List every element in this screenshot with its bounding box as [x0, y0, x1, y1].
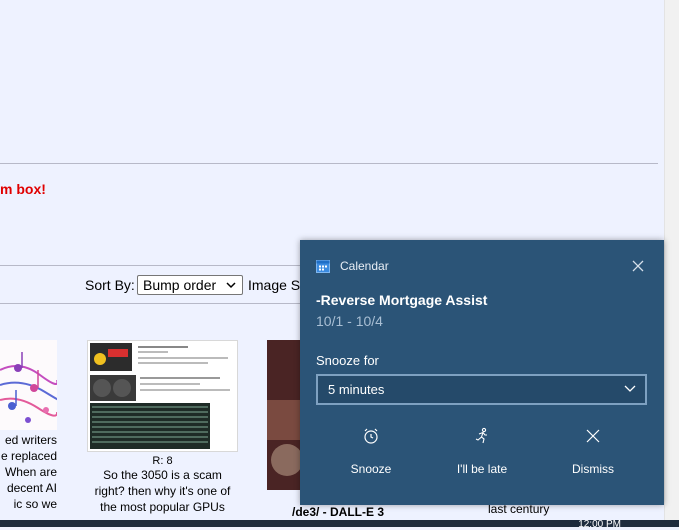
snooze-duration-value: 5 minutes: [328, 382, 385, 397]
music-notes-image: [0, 340, 57, 430]
chevron-down-icon: [226, 282, 236, 289]
calendar-notification[interactable]: Calendar -Reverse Mortgage Assist 10/1 -…: [300, 240, 664, 505]
thread-thumbnail[interactable]: [0, 340, 57, 430]
divider: [0, 163, 658, 164]
snooze-label: Snooze: [350, 462, 392, 476]
ill-be-late-button[interactable]: I'll be late: [427, 427, 537, 487]
sort-by-label: Sort By:: [85, 277, 135, 293]
event-dates: 10/1 - 10/4: [316, 313, 383, 329]
dismiss-x-icon: [586, 429, 600, 443]
running-person-icon: [475, 427, 487, 444]
taskbar: [0, 520, 679, 527]
calendar-icon: [316, 260, 330, 273]
thread-thumbnail[interactable]: [87, 340, 238, 452]
taskbar-clock[interactable]: 12:00 PM: [578, 520, 621, 530]
event-title: -Reverse Mortgage Assist: [316, 292, 488, 308]
notification-header: Calendar: [316, 259, 389, 273]
chevron-down-icon: [624, 385, 636, 392]
sort-order-value: Bump order: [143, 277, 217, 293]
scrollbar[interactable]: [664, 0, 679, 520]
notification-actions: Snooze I'll be late Dismiss: [300, 427, 664, 487]
close-icon[interactable]: [630, 258, 646, 274]
alarm-clock-icon: [364, 428, 378, 444]
thread-teaser: So the 3050 is a scam right? then why it…: [94, 468, 231, 514]
snooze-button[interactable]: Snooze: [316, 427, 426, 487]
ill-be-late-label: I'll be late: [456, 462, 508, 476]
sort-order-select[interactable]: Bump order: [137, 275, 243, 295]
dismiss-button[interactable]: Dismiss: [538, 427, 648, 487]
board-title[interactable]: /de3/ - DALL-E 3: [292, 505, 384, 519]
thread-stats: R: 8: [152, 455, 173, 467]
snooze-duration-select[interactable]: 5 minutes: [316, 374, 647, 405]
gpu-screenshot-image: [88, 341, 237, 451]
snooze-label: Snooze for: [316, 353, 379, 368]
dismiss-label: Dismiss: [572, 462, 614, 476]
image-size-label: Image Si: [248, 277, 304, 293]
app-name: Calendar: [340, 259, 389, 273]
thread-teaser: ed writers e replaced When are decent AI…: [0, 433, 57, 511]
warning-text: m box!: [0, 181, 46, 197]
